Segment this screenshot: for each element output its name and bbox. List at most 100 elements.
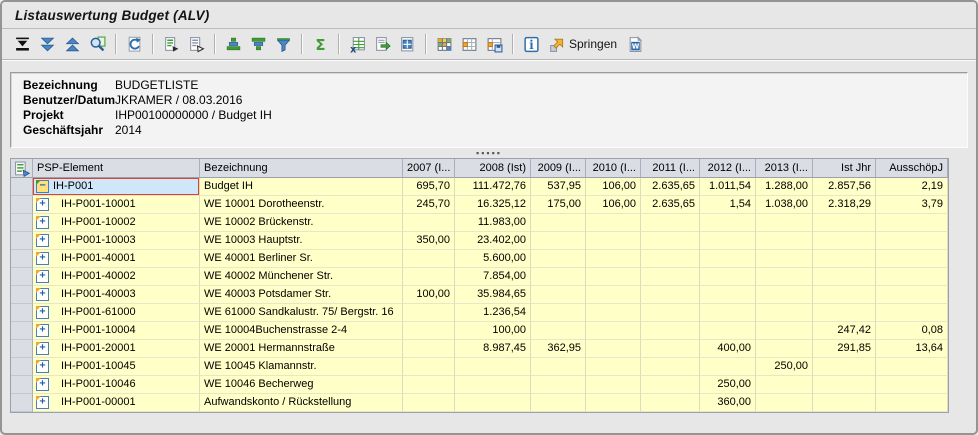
ausschoepj-cell[interactable] (876, 250, 948, 268)
column-header-y2008[interactable]: 2008 (Ist) (455, 159, 531, 178)
y2008-cell[interactable]: 23.402,00 (455, 232, 531, 250)
local-file-export-button[interactable] (371, 32, 394, 56)
y2011-cell[interactable] (641, 376, 700, 394)
row-select-cell[interactable] (11, 214, 33, 232)
y2007-cell[interactable] (403, 304, 455, 322)
layout-button[interactable] (433, 32, 456, 56)
y2010-cell[interactable] (586, 322, 641, 340)
psp-element-cell[interactable]: +IH-P001-61000 (33, 304, 200, 322)
ausschoepj-cell[interactable] (876, 376, 948, 394)
y2011-cell[interactable] (641, 268, 700, 286)
istjhr-cell[interactable] (813, 232, 876, 250)
y2013-cell[interactable] (756, 286, 813, 304)
choose-detail-button[interactable] (160, 32, 183, 56)
y2012-cell[interactable] (700, 358, 756, 376)
y2012-cell[interactable] (700, 232, 756, 250)
y2007-cell[interactable] (403, 358, 455, 376)
y2010-cell[interactable] (586, 232, 641, 250)
y2013-cell[interactable] (756, 376, 813, 394)
column-header-y2012[interactable]: 2012 (I... (700, 159, 756, 178)
y2008-cell[interactable]: 7.854,00 (455, 268, 531, 286)
y2010-cell[interactable] (586, 376, 641, 394)
psp-element-cell[interactable]: +IH-P001-10046 (33, 376, 200, 394)
expand-node-icon[interactable]: + (36, 252, 49, 265)
expand-node-icon[interactable]: + (36, 306, 49, 319)
ausschoepj-cell[interactable]: 13,64 (876, 340, 948, 358)
bezeichnung-cell[interactable]: WE 61000 Sandkalustr. 75/ Bergstr. 16 (200, 304, 403, 322)
y2012-cell[interactable] (700, 214, 756, 232)
y2009-cell[interactable] (531, 322, 586, 340)
y2008-cell[interactable]: 8.987,45 (455, 340, 531, 358)
y2012-cell[interactable] (700, 250, 756, 268)
y2008-cell[interactable] (455, 358, 531, 376)
y2007-cell[interactable]: 350,00 (403, 232, 455, 250)
istjhr-cell[interactable]: 2.318,29 (813, 196, 876, 214)
y2010-cell[interactable] (586, 286, 641, 304)
bezeichnung-cell[interactable]: WE 10003 Hauptstr. (200, 232, 403, 250)
y2008-cell[interactable]: 35.984,65 (455, 286, 531, 304)
y2008-cell[interactable]: 11.983,00 (455, 214, 531, 232)
y2009-cell[interactable]: 537,95 (531, 178, 586, 196)
y2010-cell[interactable] (586, 340, 641, 358)
y2012-cell[interactable] (700, 268, 756, 286)
collapse-node-icon[interactable]: − (36, 180, 49, 193)
istjhr-cell[interactable] (813, 304, 876, 322)
goto-button[interactable]: Springen (545, 32, 622, 56)
psp-element-cell[interactable]: +IH-P001-10001 (33, 196, 200, 214)
ausschoepj-cell[interactable] (876, 232, 948, 250)
y2013-cell[interactable] (756, 340, 813, 358)
y2007-cell[interactable] (403, 268, 455, 286)
istjhr-cell[interactable] (813, 214, 876, 232)
ausschoepj-cell[interactable] (876, 286, 948, 304)
column-header-y2007[interactable]: 2007 (I... (403, 159, 455, 178)
expand-node-icon[interactable]: + (36, 324, 49, 337)
y2009-cell[interactable] (531, 358, 586, 376)
y2009-cell[interactable]: 175,00 (531, 196, 586, 214)
istjhr-cell[interactable] (813, 286, 876, 304)
bezeichnung-cell[interactable]: Aufwandskonto / Rückstellung (200, 394, 403, 412)
row-select-cell[interactable] (11, 196, 33, 214)
row-select-cell[interactable] (11, 322, 33, 340)
istjhr-cell[interactable] (813, 358, 876, 376)
psp-element-cell[interactable]: +IH-P001-10002 (33, 214, 200, 232)
y2011-cell[interactable]: 2.635,65 (641, 178, 700, 196)
y2012-cell[interactable] (700, 286, 756, 304)
info-button[interactable]: i (520, 32, 543, 56)
y2013-cell[interactable] (756, 322, 813, 340)
y2008-cell[interactable]: 16.325,12 (455, 196, 531, 214)
y2011-cell[interactable] (641, 394, 700, 412)
y2012-cell[interactable] (700, 304, 756, 322)
y2010-cell[interactable] (586, 358, 641, 376)
spreadsheet-button[interactable] (396, 32, 419, 56)
istjhr-cell[interactable]: 2.857,56 (813, 178, 876, 196)
y2011-cell[interactable] (641, 322, 700, 340)
psp-element-cell[interactable]: +IH-P001-40003 (33, 286, 200, 304)
y2011-cell[interactable] (641, 232, 700, 250)
save-list-button[interactable] (185, 32, 208, 56)
psp-element-cell[interactable]: −IH-P001 (33, 178, 200, 196)
row-select-cell[interactable] (11, 358, 33, 376)
y2010-cell[interactable] (586, 268, 641, 286)
y2009-cell[interactable] (531, 304, 586, 322)
filter-button[interactable] (272, 32, 295, 56)
row-select-cell[interactable] (11, 268, 33, 286)
ausschoepj-cell[interactable] (876, 304, 948, 322)
bezeichnung-cell[interactable]: WE 10004Buchenstrasse 2-4 (200, 322, 403, 340)
y2013-cell[interactable]: 250,00 (756, 358, 813, 376)
change-layout-button[interactable] (458, 32, 481, 56)
ausschoepj-cell[interactable] (876, 268, 948, 286)
expand-node-icon[interactable]: + (36, 360, 49, 373)
y2011-cell[interactable] (641, 214, 700, 232)
word-document-button[interactable]: W (624, 32, 647, 56)
row-select-cell[interactable] (11, 304, 33, 322)
bezeichnung-cell[interactable]: WE 20001 Hermannstraße (200, 340, 403, 358)
excel-export-button[interactable]: x (346, 32, 369, 56)
bezeichnung-cell[interactable]: WE 10046 Becherweg (200, 376, 403, 394)
psp-element-cell[interactable]: +IH-P001-10045 (33, 358, 200, 376)
y2009-cell[interactable] (531, 286, 586, 304)
y2007-cell[interactable] (403, 376, 455, 394)
y2013-cell[interactable] (756, 250, 813, 268)
y2012-cell[interactable]: 250,00 (700, 376, 756, 394)
istjhr-cell[interactable]: 291,85 (813, 340, 876, 358)
column-header-y2013[interactable]: 2013 (I... (756, 159, 813, 178)
